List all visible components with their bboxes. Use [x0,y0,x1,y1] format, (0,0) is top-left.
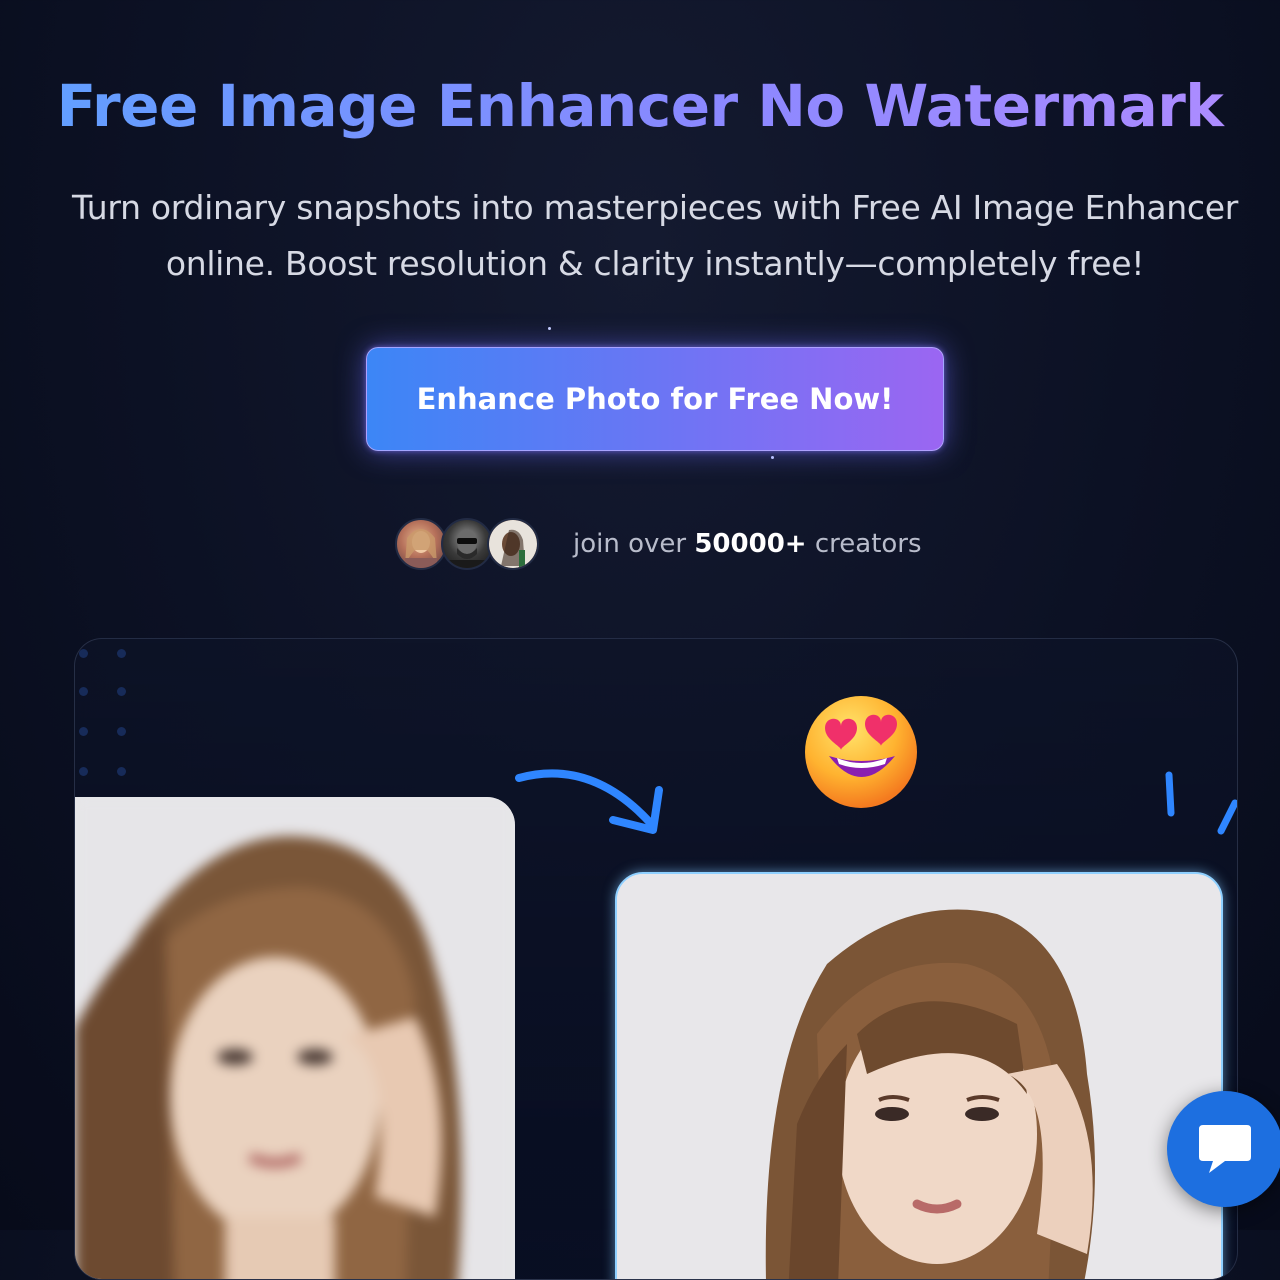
heart-eyes-emoji [805,696,917,808]
hero-subtitle: Turn ordinary snapshots into masterpiece… [20,180,1280,292]
social-proof-prefix: join over [573,529,687,559]
social-proof-text: join over 50000+ creators [573,529,922,559]
enhanced-portrait-photo [615,872,1223,1279]
creator-avatar-3 [487,518,539,570]
social-proof-suffix: creators [814,529,922,559]
curved-arrow-icon [515,769,663,834]
social-proof: join over 50000+ creators [395,515,922,573]
enhance-photo-button[interactable]: Enhance Photo for Free Now! [366,347,944,451]
sparkle-lines-decoration [1165,771,1237,835]
sparkle-dot [548,327,551,330]
creator-avatar-1 [395,518,447,570]
chat-button[interactable] [1167,1091,1280,1207]
creator-count: 50000+ [694,529,807,559]
dot-grid-decoration [77,647,137,787]
page-title: Free Image Enhancer No Watermark [0,72,1280,140]
hero-subtitle-line-1: Turn ordinary snapshots into masterpiece… [71,188,1239,227]
chat-bubble-icon [1199,1125,1251,1173]
comparison-card [74,638,1238,1280]
blurry-portrait-photo [75,797,515,1279]
hero-subtitle-line-2: online. Boost resolution & clarity insta… [165,244,1145,283]
creator-avatar-2 [441,518,493,570]
sparkle-dot [771,456,774,459]
